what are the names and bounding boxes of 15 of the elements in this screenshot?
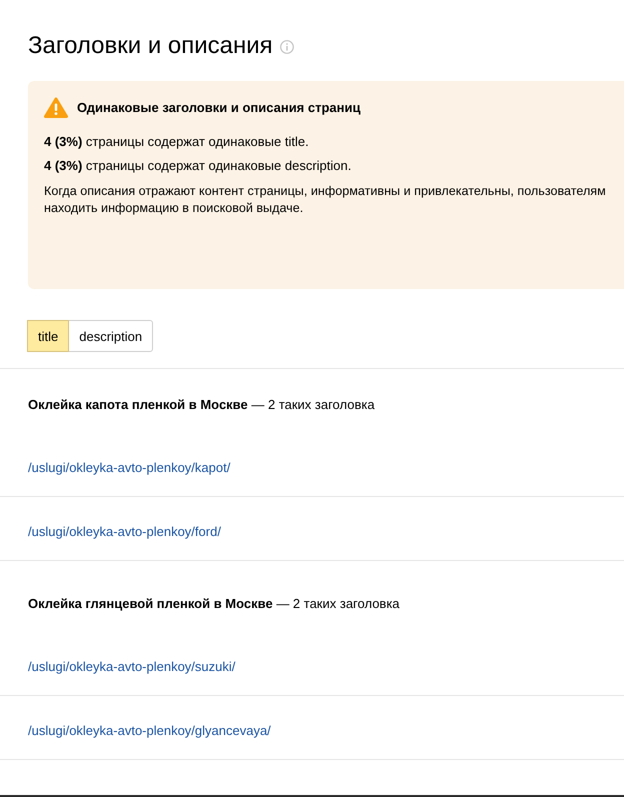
stat-text: 4 (3%) страницы содержат одинаковые title. [44, 133, 310, 151]
page-link[interactable]: /uslugi/okleyka-avto-plenkoy/kapot/ [28, 460, 230, 475]
tab[interactable]: description [68, 320, 154, 352]
page-link[interactable]: /uslugi/okleyka-avto-plenkoy/glyancevaya/ [28, 723, 271, 738]
warning-icon [44, 97, 68, 118]
page-link[interactable]: /uslugi/okleyka-avto-plenkoy/suzuki/ [28, 659, 236, 674]
group-heading: Оклейка глянцевой пленкой в Москве — 2 таких заголовка [28, 596, 400, 611]
group-heading: Оклейка капота пленкой в Москве — 2 таких заголовка [28, 397, 375, 412]
alert-text: Когда описания отражают контент страницы, информативны и привлекательны, пользователям находить информацию в поисковой выдаче. [44, 183, 607, 217]
page-title: Заголовки и описания [28, 32, 273, 60]
stat-text: 4 (3%) страницы содержат одинаковые description. [44, 157, 352, 175]
page-link[interactable]: /uslugi/okleyka-avto-plenkoy/ford/ [28, 524, 221, 539]
alert-heading: Одинаковые заголовки и описания страниц [77, 98, 360, 116]
tab[interactable]: title [27, 320, 70, 352]
info-icon[interactable] [280, 40, 294, 54]
